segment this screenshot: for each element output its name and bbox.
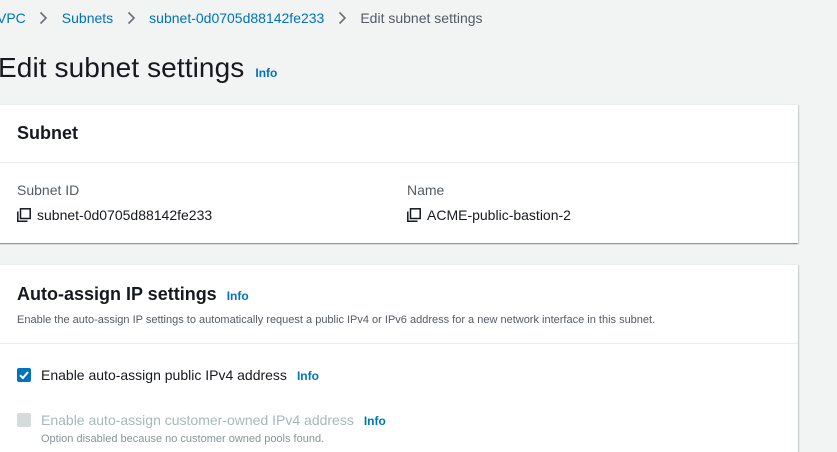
subnet-id-field: Subnet ID subnet-0d0705d88142fe233 (17, 181, 212, 224)
customer-owned-ipv4-label: Enable auto-assign customer-owned IPv4 a… (41, 412, 354, 428)
auto-assign-panel-title: Auto-assign IP settings (17, 284, 217, 304)
subnet-id-value: subnet-0d0705d88142fe233 (37, 207, 213, 223)
page-info-link[interactable]: Info (255, 66, 277, 80)
auto-assign-panel-header: Auto-assign IP settings Info Enable the … (0, 265, 798, 344)
subnet-panel-title: Subnet (17, 123, 78, 143)
page: VPC Subnets subnet-0d0705d88142fe233 Edi… (0, 0, 837, 452)
auto-assign-ipv4-label[interactable]: Enable auto-assign public IPv4 address (41, 366, 287, 384)
customer-owned-ipv4-help: Option disabled because no customer owne… (41, 433, 325, 445)
subnet-panel-header: Subnet (0, 105, 798, 163)
subnet-panel: Subnet Subnet ID subnet-0d0705d88142fe23… (0, 104, 798, 243)
auto-assign-ipv4-text: Enable auto-assign public IPv4 address I… (41, 366, 319, 384)
chevron-right-icon (26, 9, 62, 27)
subnet-name-value: ACME-public-bastion-2 (427, 207, 571, 223)
auto-assign-ipv4-checkbox[interactable] (17, 368, 31, 382)
chevron-right-icon (113, 9, 149, 27)
auto-assign-info-link[interactable]: Info (227, 289, 249, 303)
customer-owned-ipv4-info-link[interactable]: Info (364, 414, 386, 428)
subnet-id-value-row: subnet-0d0705d88142fe233 (17, 206, 212, 224)
auto-assign-ipv4-label-line: Enable auto-assign public IPv4 address I… (41, 366, 319, 384)
breadcrumb: VPC Subnets subnet-0d0705d88142fe233 Edi… (0, 9, 483, 27)
customer-owned-ipv4-checkbox (17, 413, 31, 427)
subnet-id-label: Subnet ID (17, 182, 80, 198)
page-title: Edit subnet settings (0, 52, 245, 83)
auto-assign-title-row: Auto-assign IP settings Info (17, 284, 798, 305)
breadcrumb-link-vpc[interactable]: VPC (0, 10, 26, 26)
customer-owned-ipv4-option: Enable auto-assign customer-owned IPv4 a… (17, 411, 386, 446)
auto-assign-ip-panel: Auto-assign IP settings Info Enable the … (0, 264, 798, 452)
subnet-name-label: Name (407, 182, 445, 198)
customer-owned-ipv4-label-line: Enable auto-assign customer-owned IPv4 a… (41, 411, 386, 429)
checkmark-icon (19, 371, 29, 380)
page-header: Edit subnet settings Info (0, 52, 277, 84)
subnet-name-field: Name ACME-public-bastion-2 (407, 181, 571, 224)
customer-owned-ipv4-text: Enable auto-assign customer-owned IPv4 a… (41, 411, 386, 446)
auto-assign-description: Enable the auto-assign IP settings to au… (17, 314, 656, 326)
copy-icon[interactable] (17, 208, 31, 222)
copy-icon[interactable] (407, 208, 421, 222)
subnet-name-value-row: ACME-public-bastion-2 (407, 206, 571, 224)
chevron-right-icon (324, 9, 360, 27)
auto-assign-ipv4-info-link[interactable]: Info (297, 369, 319, 383)
breadcrumb-link-subnets[interactable]: Subnets (62, 10, 113, 26)
breadcrumb-link-subnet-id[interactable]: subnet-0d0705d88142fe233 (149, 10, 324, 26)
breadcrumb-current: Edit subnet settings (360, 10, 483, 26)
auto-assign-ipv4-option: Enable auto-assign public IPv4 address I… (17, 366, 319, 384)
